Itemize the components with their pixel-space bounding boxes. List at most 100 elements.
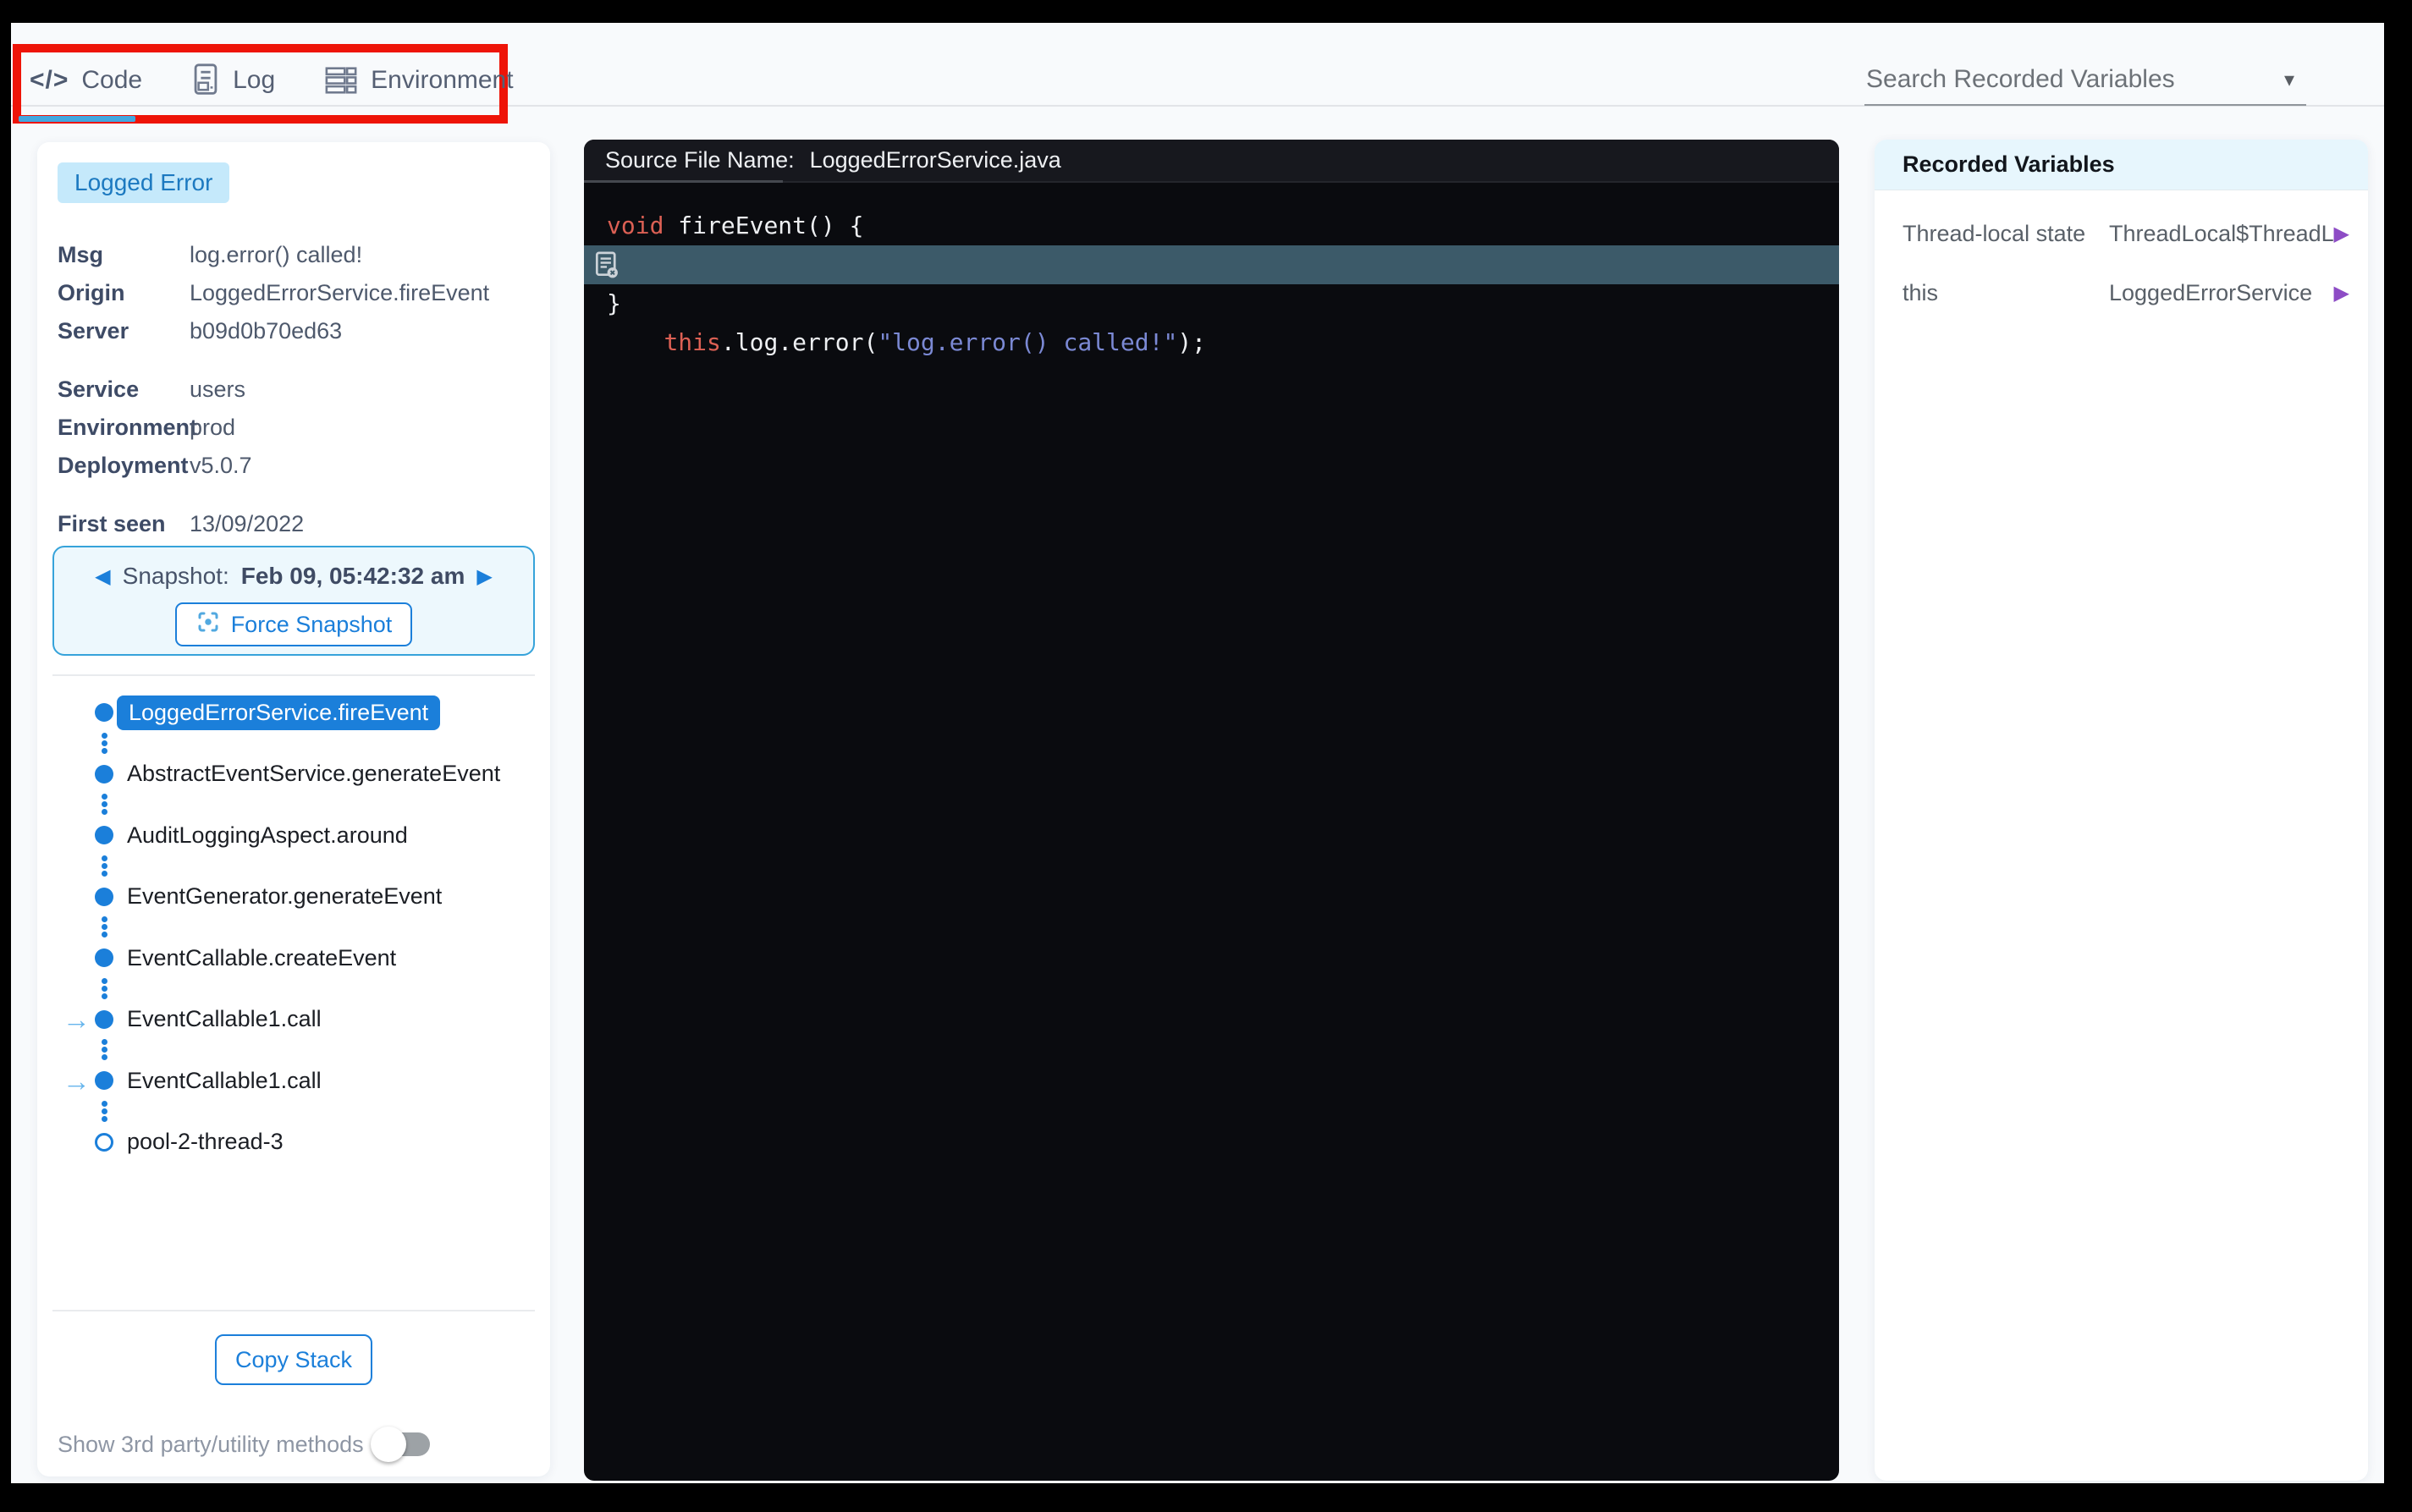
stack-frame[interactable]: pool-2-thread-3 (58, 1124, 542, 1161)
stack-frame[interactable]: AuditLoggingAspect.around (58, 816, 542, 854)
connector-dot (102, 871, 107, 877)
code-token: this (664, 328, 720, 356)
connector-dot (102, 993, 107, 999)
connector-dot (102, 916, 107, 922)
detail-row: OriginLoggedErrorService.fireEvent (58, 274, 533, 312)
stack-connector-dots (95, 854, 113, 878)
expand-variable-icon[interactable]: ▶ (2334, 281, 2349, 305)
force-snapshot-button[interactable]: Force Snapshot (175, 602, 413, 646)
connector-dot (102, 748, 107, 754)
code-token: void (607, 212, 664, 239)
detail-label: Deployment (58, 453, 190, 479)
stack-frame-label[interactable]: pool-2-thread-3 (127, 1129, 284, 1155)
tab-environment-label: Environment (371, 66, 513, 95)
tab-bar: </> Code Log (30, 57, 514, 104)
detail-label: Environment (58, 415, 190, 441)
recorded-variables-header: Recorded Variables (1875, 140, 2368, 190)
connector-dot (102, 801, 107, 807)
divider (52, 1310, 535, 1311)
stack-frame-label[interactable]: EventGenerator.generateEvent (127, 883, 442, 910)
connector-dot (102, 1108, 107, 1114)
connector-dot (102, 794, 107, 800)
connector-dot (102, 855, 107, 861)
variable-name: Thread-local state (1903, 221, 2109, 247)
stack-frame-bullet-icon (95, 765, 113, 783)
code-area[interactable]: void fireEvent() { this.log.error("log.e… (584, 183, 1839, 323)
connector-dot (102, 1039, 107, 1045)
code-editor-panel: Source File Name: LoggedErrorService.jav… (584, 140, 1839, 1481)
connector-dot (102, 986, 107, 992)
code-icon: </> (30, 66, 69, 95)
recorded-variables-panel: Recorded Variables Thread-local stateThr… (1875, 140, 2368, 1481)
next-snapshot-button[interactable]: ▶ (476, 564, 492, 589)
thread-hop-arrow-icon: → (63, 1005, 91, 1033)
stack-frame-label[interactable]: EventCallable1.call (127, 1006, 322, 1032)
code-token: "log.error() called!" (878, 328, 1177, 356)
stack-connector-dots (95, 1038, 113, 1063)
expand-variable-icon[interactable]: ▶ (2334, 222, 2349, 246)
variable-row[interactable]: Thread-local stateThreadLocal$ThreadL…▶ (1875, 204, 2368, 263)
detail-row: Environmentprod (58, 409, 533, 447)
log-file-icon (191, 63, 220, 98)
search-recorded-variables-select[interactable]: Search Recorded Variables ▾ (1864, 55, 2306, 106)
stack-frame-label[interactable]: LoggedErrorService.fireEvent (117, 696, 440, 730)
stack-frame[interactable]: AbstractEventService.generateEvent (58, 756, 542, 793)
stack-frame-bullet-icon (95, 888, 113, 906)
stack-frame-label[interactable]: EventCallable1.call (127, 1068, 322, 1094)
stack-connector-dots (95, 915, 113, 940)
variable-name: this (1903, 280, 2109, 306)
detail-label: Msg (58, 242, 190, 268)
snapshot-navigator: ◀ Snapshot: Feb 09, 05:42:32 am ▶ Force … (52, 546, 535, 656)
stack-frame-bullet-icon (95, 703, 113, 722)
tab-log[interactable]: Log (191, 57, 275, 104)
detail-row: Serverb09d0b70ed63 (58, 312, 533, 350)
toggle-label: Show 3rd party/utility methods (58, 1432, 364, 1458)
connector-dot (102, 733, 107, 739)
snapshot-label: Snapshot: (123, 563, 229, 590)
stack-frame-label[interactable]: AuditLoggingAspect.around (127, 822, 408, 849)
code-token: .log.error( (721, 328, 878, 356)
stack-frame-label[interactable]: AbstractEventService.generateEvent (127, 761, 500, 787)
detail-row: First seen13/09/2022 (58, 505, 533, 543)
code-line[interactable]: this.log.error("log.error() called!"); (584, 245, 1839, 284)
detail-label: Server (58, 318, 190, 344)
variable-value: LoggedErrorService (2109, 280, 2334, 306)
code-line[interactable]: void fireEvent() { (584, 206, 1839, 245)
tab-environment[interactable]: Environment (324, 57, 513, 104)
snapshot-log-icon[interactable] (594, 251, 620, 278)
stack-frame[interactable]: EventCallable.createEvent (58, 939, 542, 976)
stack-trace-list: LoggedErrorService.fireEvent AbstractEven… (58, 694, 542, 1161)
stack-frame-label[interactable]: EventCallable.createEvent (127, 945, 396, 971)
snapshot-nav-row: ◀ Snapshot: Feb 09, 05:42:32 am ▶ (95, 559, 493, 593)
detail-group: ServiceusersEnvironmentprodDeploymentv5.… (58, 371, 533, 485)
code-token: ); (1177, 328, 1206, 356)
stack-frame[interactable]: → EventCallable1.call (58, 1001, 542, 1038)
source-file-name-value: LoggedErrorService.java (810, 147, 1061, 173)
tab-log-label: Log (233, 66, 275, 95)
show-3rd-party-toggle[interactable] (377, 1432, 430, 1456)
stack-frame[interactable]: EventGenerator.generateEvent (58, 878, 542, 915)
search-select-label: Search Recorded Variables (1866, 65, 2175, 94)
variable-row[interactable]: thisLoggedErrorService▶ (1875, 263, 2368, 322)
stack-frame[interactable]: LoggedErrorService.fireEvent (58, 694, 542, 731)
connector-dot (102, 932, 107, 937)
thread-marker-icon (95, 1133, 113, 1152)
toggle-thumb (371, 1427, 406, 1462)
prev-snapshot-button[interactable]: ◀ (95, 564, 110, 589)
stack-frame[interactable]: →EventCallable1.call (58, 1062, 542, 1099)
detail-value: prod (190, 415, 235, 441)
source-file-name-label: Source File Name: (605, 147, 795, 173)
detail-row: Serviceusers (58, 371, 533, 409)
third-party-toggle-row: Show 3rd party/utility methods (58, 1419, 430, 1470)
divider (52, 674, 535, 676)
tab-code[interactable]: </> Code (30, 57, 142, 104)
snapshot-timestamp: Feb 09, 05:42:32 am (241, 563, 465, 590)
code-line[interactable]: } (584, 284, 1839, 323)
detail-value: b09d0b70ed63 (190, 318, 342, 344)
connector-dot (102, 1116, 107, 1122)
logged-error-badge: Logged Error (58, 162, 229, 203)
stack-frame-bullet-icon (95, 1010, 113, 1029)
recorded-variables-list: Thread-local stateThreadLocal$ThreadL…▶t… (1875, 190, 2368, 322)
detail-row: Msglog.error() called! (58, 236, 533, 274)
copy-stack-button[interactable]: Copy Stack (215, 1334, 372, 1385)
